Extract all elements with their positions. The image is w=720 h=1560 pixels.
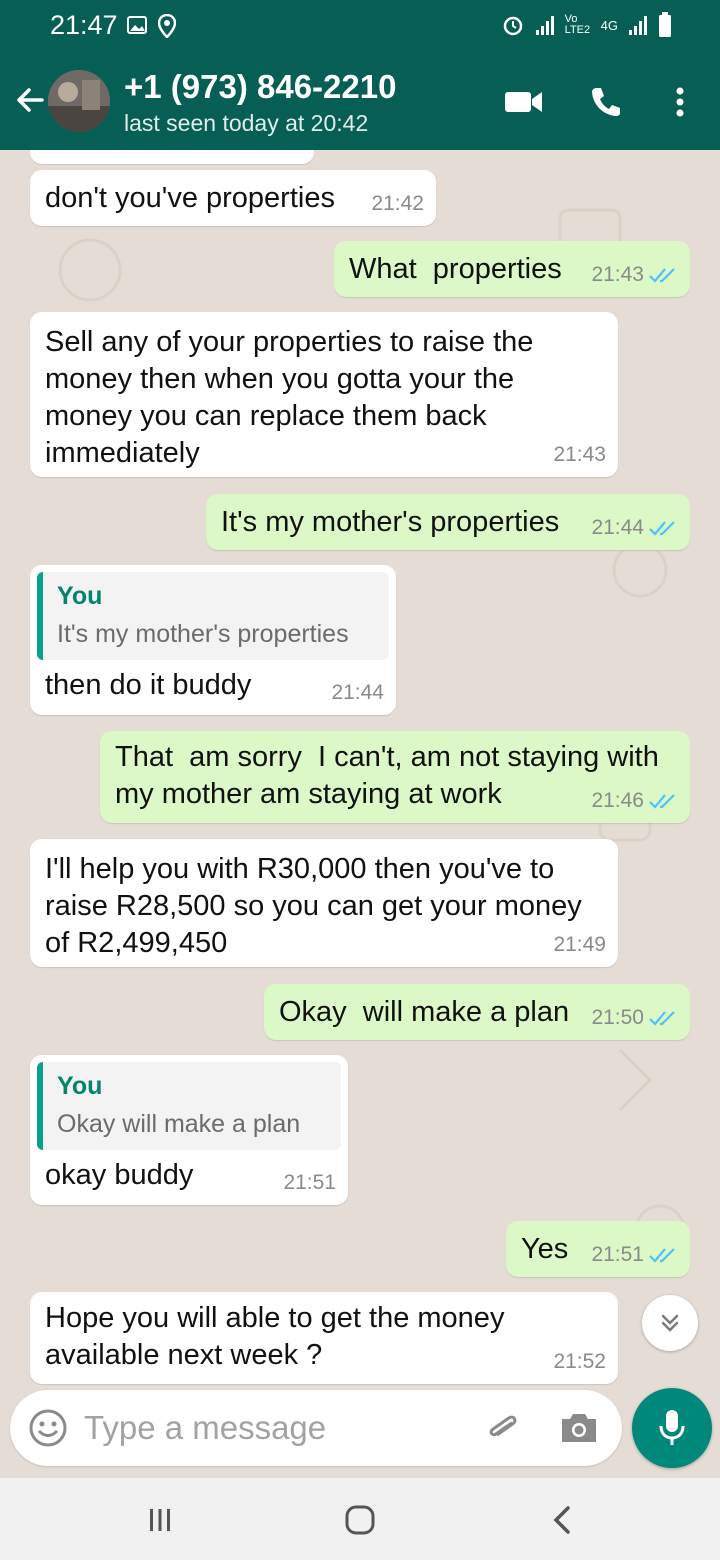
more-options-button[interactable] bbox=[660, 82, 700, 122]
status-time: 21:47 bbox=[50, 10, 118, 40]
back-chevron-icon bbox=[553, 1506, 570, 1534]
read-ticks-icon bbox=[649, 1011, 675, 1026]
message-text: What properties bbox=[349, 253, 562, 285]
message-outgoing: Yes 21:51 bbox=[506, 1221, 690, 1277]
home-button[interactable] bbox=[340, 1500, 380, 1540]
message-text: It's my mother's properties bbox=[221, 506, 560, 538]
network-label: Vo LTE2 bbox=[564, 13, 591, 36]
message-text: Sell any of your properties to raise the… bbox=[45, 326, 534, 469]
message-time: 21:46 bbox=[591, 789, 644, 812]
message-text: Okay will make a plan bbox=[279, 996, 570, 1028]
message-text: okay buddy bbox=[45, 1159, 194, 1191]
message-incoming-reply: You It's my mother's properties then do … bbox=[30, 565, 396, 715]
message-time: 21:50 bbox=[591, 1006, 644, 1029]
message-composer bbox=[10, 1390, 622, 1466]
camera-icon[interactable] bbox=[558, 1408, 600, 1448]
quote-author: You bbox=[57, 1072, 103, 1100]
more-vertical-icon bbox=[676, 87, 684, 117]
message-time: 21:49 bbox=[553, 933, 606, 956]
message-time: 21:52 bbox=[553, 1350, 606, 1373]
message-time: 21:43 bbox=[553, 443, 606, 466]
message-incoming: I'll help you with R30,000 then you've t… bbox=[30, 839, 618, 967]
microphone-icon bbox=[659, 1410, 685, 1445]
message-outgoing: It's my mother's properties 21:44 bbox=[206, 494, 690, 550]
signal-icon-2 bbox=[629, 16, 647, 35]
back-arrow-icon[interactable] bbox=[12, 82, 48, 118]
message-text: Hope you will able to get the money avai… bbox=[45, 1302, 505, 1371]
status-bar: 21:47 Vo LTE2 4G bbox=[0, 0, 720, 52]
message-time: 21:51 bbox=[283, 1171, 336, 1194]
message-time: 21:42 bbox=[371, 192, 424, 215]
message-text: That am sorry I can't, am not staying wi… bbox=[115, 741, 659, 810]
message-time: 21:44 bbox=[591, 516, 644, 539]
emoji-icon[interactable] bbox=[28, 1408, 68, 1448]
message-incoming: Sell any of your properties to raise the… bbox=[30, 312, 618, 477]
quote-author: You bbox=[57, 582, 103, 610]
quoted-message[interactable]: You It's my mother's properties bbox=[37, 572, 389, 660]
message-outgoing: That am sorry I can't, am not staying wi… bbox=[100, 731, 690, 823]
signal-icon bbox=[535, 16, 554, 35]
scroll-to-bottom-button[interactable] bbox=[642, 1295, 698, 1351]
chat-area[interactable]: don't you've properties 21:42 What prope… bbox=[0, 150, 720, 1386]
video-camera-icon bbox=[505, 92, 542, 112]
contact-name[interactable]: +1 (973) 846-2210 bbox=[124, 68, 396, 106]
last-seen-status: last seen today at 20:42 bbox=[124, 110, 369, 136]
location-icon bbox=[158, 14, 176, 38]
network-type: 4G bbox=[600, 17, 618, 33]
clipped-message-bubble bbox=[30, 150, 314, 164]
message-time: 21:44 bbox=[331, 681, 384, 704]
message-text: Yes bbox=[521, 1233, 569, 1265]
read-ticks-icon bbox=[649, 521, 675, 536]
message-text: don't you've properties bbox=[45, 182, 335, 214]
message-text: then do it buddy bbox=[45, 669, 252, 701]
quoted-message[interactable]: You Okay will make a plan bbox=[37, 1062, 341, 1150]
avatar-image bbox=[48, 70, 110, 132]
message-time: 21:43 bbox=[591, 263, 644, 286]
read-ticks-icon bbox=[649, 268, 675, 283]
chat-header: +1 (973) 846-2210 last seen today at 20:… bbox=[0, 52, 720, 150]
read-ticks-icon bbox=[649, 1248, 675, 1263]
message-incoming-reply: You Okay will make a plan okay buddy 21:… bbox=[30, 1055, 348, 1205]
message-outgoing: What properties 21:43 bbox=[334, 241, 690, 297]
home-icon bbox=[345, 1505, 375, 1535]
read-ticks-icon bbox=[649, 794, 675, 809]
alarm-icon bbox=[503, 16, 522, 36]
message-text: I'll help you with R30,000 then you've t… bbox=[45, 853, 582, 959]
voice-call-button[interactable] bbox=[586, 82, 626, 122]
message-input[interactable] bbox=[84, 1404, 464, 1452]
recent-apps-icon bbox=[150, 1509, 170, 1531]
back-button[interactable] bbox=[542, 1500, 582, 1540]
video-call-button[interactable] bbox=[504, 82, 544, 122]
system-navigation-bar bbox=[0, 1478, 720, 1560]
message-time: 21:51 bbox=[591, 1243, 644, 1266]
quote-text: It's my mother's properties bbox=[57, 620, 349, 648]
recent-apps-button[interactable] bbox=[140, 1500, 180, 1540]
phone-icon bbox=[592, 88, 620, 116]
message-incoming: Hope you will able to get the money avai… bbox=[30, 1292, 618, 1384]
voice-message-button[interactable] bbox=[632, 1388, 712, 1468]
message-incoming: don't you've properties 21:42 bbox=[30, 170, 436, 226]
message-outgoing: Okay will make a plan 21:50 bbox=[264, 984, 690, 1040]
avatar[interactable] bbox=[48, 70, 110, 132]
battery-icon bbox=[659, 12, 671, 37]
quote-text: Okay will make a plan bbox=[57, 1110, 301, 1138]
double-chevron-down-icon bbox=[661, 1314, 679, 1332]
paperclip-icon[interactable] bbox=[482, 1408, 522, 1448]
gallery-icon bbox=[127, 16, 147, 34]
